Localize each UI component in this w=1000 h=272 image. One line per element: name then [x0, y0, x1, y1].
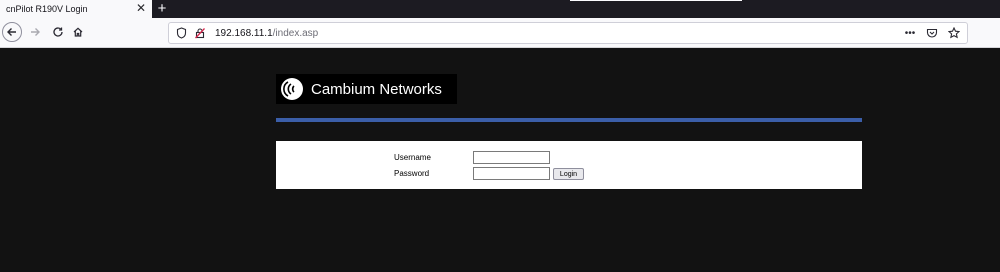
address-bar[interactable]: 192.168.11.1/index.asp •••	[168, 22, 968, 44]
url-host: 192.168.11.1	[215, 27, 273, 39]
bookmark-star-icon[interactable]	[947, 26, 961, 40]
insecure-lock-icon[interactable]	[193, 26, 207, 40]
url-text: 192.168.11.1/index.asp	[215, 28, 318, 39]
logo-text: Cambium Networks	[311, 80, 442, 98]
tab-close-icon[interactable]: ✕	[134, 1, 148, 16]
web-page: Cambium Networks Username Password Login	[0, 49, 1000, 272]
username-input[interactable]	[473, 151, 550, 164]
page-actions-icon[interactable]: •••	[903, 26, 917, 40]
tab-title: cnPilot R190V Login	[6, 4, 88, 14]
username-label: Username	[394, 153, 431, 162]
back-arrow-icon[interactable]	[2, 22, 22, 42]
tab-strip: cnPilot R190V Login ✕ +	[0, 0, 1000, 18]
password-label: Password	[394, 169, 430, 178]
tabstrip-highlight	[570, 0, 742, 1]
login-button[interactable]: Login	[553, 168, 584, 180]
reload-icon[interactable]	[48, 22, 68, 42]
cambium-logo: Cambium Networks	[276, 74, 457, 104]
new-tab-button[interactable]: +	[154, 0, 170, 18]
cambium-logo-icon	[281, 78, 303, 100]
home-icon[interactable]	[68, 22, 88, 42]
password-input[interactable]	[473, 167, 550, 180]
url-path: /index.asp	[272, 27, 319, 39]
pocket-icon[interactable]	[925, 26, 939, 40]
tab-active[interactable]: cnPilot R190V Login ✕	[0, 0, 152, 18]
forward-arrow-icon[interactable]	[25, 22, 45, 42]
shield-icon[interactable]	[174, 26, 188, 40]
header-rule	[276, 118, 862, 122]
navigation-toolbar: 192.168.11.1/index.asp •••	[0, 18, 1000, 48]
login-panel: Username Password Login	[276, 141, 862, 189]
url-actions: •••	[903, 26, 961, 40]
